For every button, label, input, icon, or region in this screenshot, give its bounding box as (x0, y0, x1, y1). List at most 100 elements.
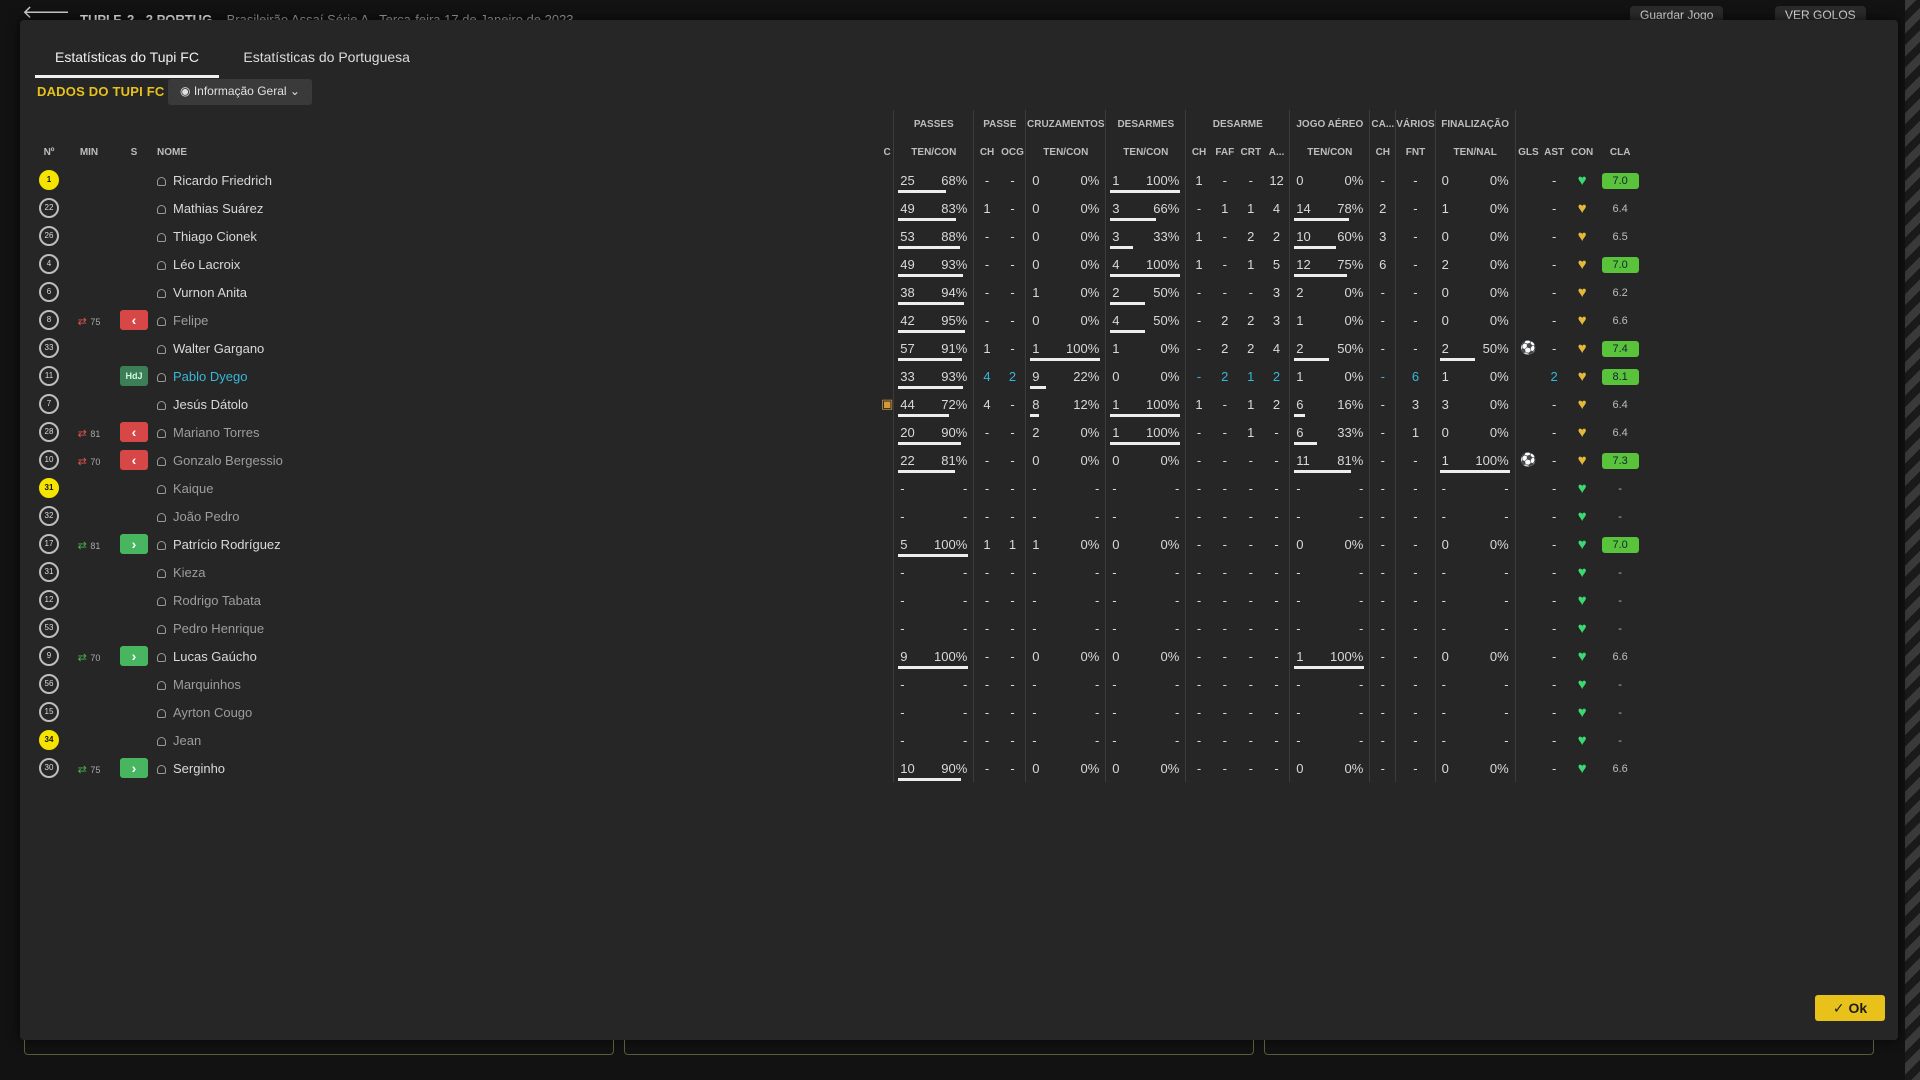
col-con[interactable]: CON (1567, 138, 1597, 166)
player-name-cell[interactable]: Kieza (151, 558, 881, 586)
finalizacao-bar (1439, 357, 1475, 361)
col-min[interactable]: MIN (61, 138, 117, 166)
table-row[interactable]: 8 ⇄ 75 ‹ Felipe 42 95% - -0 0% 4 50% -2 2 3 1 0% - -0 0% - ♥… (37, 306, 1643, 334)
player-name[interactable]: Vurnon Anita (173, 285, 247, 300)
player-name-cell[interactable]: Jean (151, 726, 881, 754)
player-name-cell[interactable]: Lucas Gaúcho (151, 642, 881, 670)
player-name-cell[interactable]: Serginho (151, 754, 881, 782)
player-name[interactable]: Patrício Rodríguez (173, 537, 281, 552)
player-name[interactable]: Walter Gargano (173, 341, 264, 356)
player-name[interactable]: Rodrigo Tabata (173, 593, 261, 608)
col-name[interactable]: NOME (151, 138, 881, 166)
card-cell (881, 334, 894, 362)
player-name-cell[interactable]: Mariano Torres (151, 418, 881, 446)
col-no[interactable]: Nº (37, 138, 61, 166)
sub-minute-cell: ⇄ 70 (61, 642, 117, 670)
table-row[interactable]: 53 Pedro Henrique - - - - - - - - - - - - - - - - - - - ♥ - (37, 614, 1643, 642)
player-name-cell[interactable]: João Pedro (151, 502, 881, 530)
player-name[interactable]: Ayrton Cougo (173, 705, 252, 720)
player-name[interactable]: Kaique (173, 481, 213, 496)
player-name[interactable]: Léo Lacroix (173, 257, 240, 272)
player-name-cell[interactable]: Walter Gargano (151, 334, 881, 362)
player-name[interactable]: Pedro Henrique (173, 621, 264, 636)
table-row[interactable]: 26 Thiago Cionek 53 88% - -0 0% 3 33% 1-2 2 10 60% 3… (37, 222, 1643, 250)
col-ca-ch[interactable]: CH (1369, 138, 1396, 166)
player-name[interactable]: Jean (173, 733, 201, 748)
table-row[interactable]: 56 Marquinhos - - - - - - - - - - - - - - - - - - - ♥ - (37, 670, 1643, 698)
view-dropdown[interactable]: ◉ Informação Geral ⌄ (168, 79, 312, 105)
col-fin[interactable]: TEN/NAL (1434, 138, 1516, 166)
table-row[interactable]: 9 ⇄ 70 › Lucas Gaúcho 9 100% - -0 0% 0 0% - - - -1 100%… (37, 642, 1643, 670)
player-name-cell[interactable]: Jesús Dátolo (151, 390, 881, 418)
player-name-cell[interactable]: Felipe (151, 306, 881, 334)
col-aereo[interactable]: TEN/CON (1289, 138, 1370, 166)
col-des-a[interactable]: A... (1264, 138, 1290, 166)
player-name[interactable]: Pablo Dyego (173, 369, 247, 384)
player-name[interactable]: Gonzalo Bergessio (173, 453, 283, 468)
player-name[interactable]: Felipe (173, 313, 208, 328)
player-name[interactable]: Marquinhos (173, 677, 241, 692)
table-row[interactable]: 7 Jesús Dátolo ▣ 44 72% 4-8 12% 1 100% 1-1 2 6 16% -… (37, 390, 1643, 418)
player-name-cell[interactable]: Mathias Suárez (151, 194, 881, 222)
table-row[interactable]: 28 ⇄ 81 ‹ Mariano Torres 20 90% - -2 0% 1 100% - -1-… (37, 418, 1643, 446)
condition-heart-icon: ♥ (1577, 339, 1587, 357)
player-name-cell[interactable]: Vurnon Anita (151, 278, 881, 306)
table-row[interactable]: 12 Rodrigo Tabata - - - - - - - - - - - - - - - - - - - ♥ - (37, 586, 1643, 614)
table-row[interactable]: 33 Walter Gargano 57 91% 1-1 100% 1 0% -2 2 4 2 50%… (37, 334, 1643, 362)
table-row[interactable]: 32 João Pedro - - - - - - - - - - - - - - - - - - - ♥ - (37, 502, 1643, 530)
table-row[interactable]: 22 Mathias Suárez 49 83% 1-0 0% 3 66% -1 1 4 14 78%… (37, 194, 1643, 222)
player-name[interactable]: Jesús Dátolo (173, 397, 248, 412)
player-name[interactable]: Mariano Torres (173, 425, 259, 440)
col-des-crt[interactable]: CRT (1238, 138, 1264, 166)
table-row[interactable]: 10 ⇄ 70 ‹ Gonzalo Bergessio 22 81% - -0 0% 0 0% - - -… (37, 446, 1643, 474)
col-gls[interactable]: GLS (1514, 138, 1542, 166)
player-name[interactable]: João Pedro (173, 509, 240, 524)
table-row[interactable]: 30 ⇄ 75 › Serginho 10 90% - -0 0% 0 0% - - - -0 0% - -0 0%… (37, 754, 1643, 782)
player-name-cell[interactable]: Ricardo Friedrich (151, 166, 881, 194)
jogo-aereo-attempts: - (1296, 620, 1301, 636)
player-name[interactable]: Ricardo Friedrich (173, 173, 272, 188)
player-name[interactable]: Kieza (173, 565, 206, 580)
table-row[interactable]: 4 Léo Lacroix 49 93% - -0 0% 4 100% 1-1 5 12 75% 6-2… (37, 250, 1643, 278)
col-varios-fnt[interactable]: FNT (1395, 138, 1436, 166)
cruzamentos-pct: 100% (1066, 340, 1100, 356)
player-name[interactable]: Serginho (173, 761, 225, 776)
player-name-cell[interactable]: Pedro Henrique (151, 614, 881, 642)
col-passe-ch[interactable]: CH (973, 138, 1000, 166)
table-row[interactable]: 31 Kieza - - - - - - - - - - - - - - - - - - - ♥ - (37, 558, 1643, 586)
col-c[interactable]: C (881, 138, 894, 166)
player-name-cell[interactable]: Thiago Cionek (151, 222, 881, 250)
col-cruz[interactable]: TEN/CON (1025, 138, 1106, 166)
table-row[interactable]: 11 HdJ Pablo Dyego 33 93% 4 2 9 22% 0 0% -2 1 2 1 0% -6… (37, 362, 1643, 390)
tab-portuguesa-stats[interactable]: Estatísticas do Portuguesa (223, 44, 430, 75)
table-row[interactable]: 34 Jean - - - - - - - - - - - - - - - - - - - ♥ - (37, 726, 1643, 754)
table-row[interactable]: 31 Kaique - - - - - - - - - - - - - - - - - - - ♥ - (37, 474, 1643, 502)
ok-button[interactable]: ✓ Ok (1815, 995, 1885, 1021)
col-s[interactable]: S (117, 138, 151, 166)
player-name-cell[interactable]: Léo Lacroix (151, 250, 881, 278)
player-name-cell[interactable]: Gonzalo Bergessio (151, 446, 881, 474)
table-row[interactable]: 17 ⇄ 81 › Patrício Rodríguez 5 100% 1 1 1 0% 0 0% - -… (37, 530, 1643, 558)
col-passe-ocg[interactable]: OCG (1000, 138, 1026, 166)
player-name[interactable]: Thiago Cionek (173, 229, 257, 244)
player-name-cell[interactable]: Patrício Rodríguez (151, 530, 881, 558)
player-name-cell[interactable]: Pablo Dyego (151, 362, 881, 390)
col-des-faf[interactable]: FAF (1212, 138, 1238, 166)
col-desarmes[interactable]: TEN/CON (1105, 138, 1186, 166)
desarme-crt-cell: 1 (1247, 424, 1255, 440)
table-row[interactable]: 6 Vurnon Anita 38 94% - -1 0% 2 50% - - -3 2 0% - -0 0%… (37, 278, 1643, 306)
tab-tupi-stats[interactable]: Estatísticas do Tupi FC (35, 44, 219, 78)
player-name-cell[interactable]: Ayrton Cougo (151, 698, 881, 726)
col-passes[interactable]: TEN/CON (893, 138, 974, 166)
col-des-ch[interactable]: CH (1185, 138, 1212, 166)
table-row[interactable]: 1 Ricardo Friedrich 25 68% - -0 0% 1 100% 1- -12 0… (37, 166, 1643, 194)
col-cla[interactable]: CLA (1597, 138, 1643, 166)
player-name[interactable]: Mathias Suárez (173, 201, 263, 216)
player-name[interactable]: Lucas Gaúcho (173, 649, 257, 664)
jogo-aereo-attempts: 6 (1296, 424, 1304, 440)
player-name-cell[interactable]: Marquinhos (151, 670, 881, 698)
player-name-cell[interactable]: Rodrigo Tabata (151, 586, 881, 614)
player-name-cell[interactable]: Kaique (151, 474, 881, 502)
col-ast[interactable]: AST (1541, 138, 1567, 166)
table-row[interactable]: 15 Ayrton Cougo - - - - - - - - - - - - - - - - - - - ♥ - (37, 698, 1643, 726)
